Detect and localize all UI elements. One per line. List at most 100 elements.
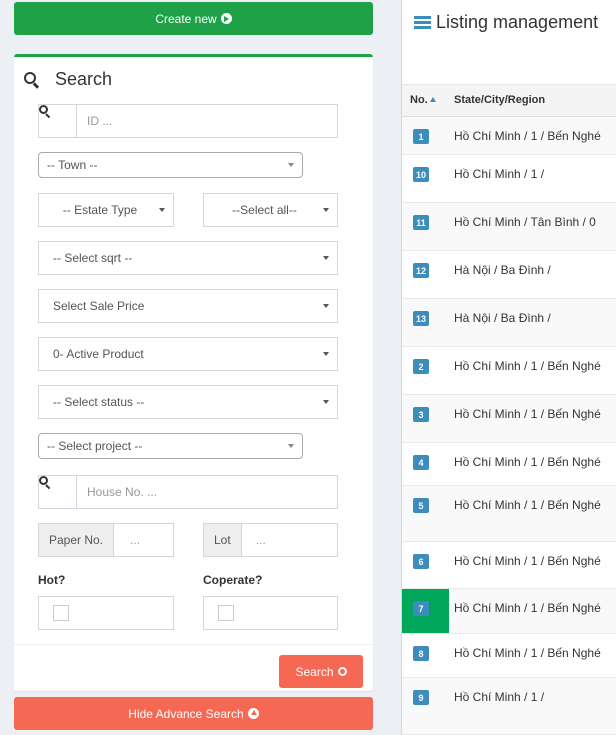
- table-row[interactable]: 10 Hồ Chí Minh / 1 /: [402, 155, 616, 203]
- row-number-cell: 4: [402, 443, 449, 485]
- panel-divider: [14, 644, 373, 645]
- row-number-badge: 4: [413, 455, 429, 470]
- row-number-cell: 10: [402, 155, 449, 202]
- row-number-cell: 7: [402, 589, 449, 633]
- column-no-label: No.: [410, 94, 428, 106]
- chevron-down-icon: [323, 304, 329, 308]
- lot-input[interactable]: ...: [242, 533, 266, 547]
- row-number-cell: 9: [402, 678, 449, 734]
- search-title: Search: [55, 69, 113, 89]
- row-number-cell: 1: [402, 117, 449, 154]
- table-row[interactable]: 6 Hồ Chí Minh / 1 / Bến Nghé: [402, 542, 616, 589]
- row-number-badge: 7: [413, 601, 429, 616]
- table-row[interactable]: 8 Hồ Chí Minh / 1 / Bến Nghé: [402, 634, 616, 678]
- table-row[interactable]: 9 Hồ Chí Minh / 1 /: [402, 678, 616, 735]
- paper-number-input[interactable]: ...: [114, 533, 140, 547]
- select-all-value: --Select all--: [232, 203, 297, 217]
- id-search-field[interactable]: ID ...: [38, 104, 338, 138]
- create-new-label: Create new: [155, 11, 217, 26]
- arrow-circle-up-icon: [247, 708, 259, 719]
- hot-label: Hot?: [38, 573, 66, 587]
- coperate-checkbox-field: [203, 596, 338, 630]
- search-icon: [24, 72, 40, 89]
- search-button-label: Search: [295, 664, 334, 679]
- column-no-header[interactable]: No.: [410, 94, 436, 106]
- row-number-badge: 2: [413, 359, 429, 374]
- chevron-down-icon: [159, 208, 165, 212]
- arrow-circle-right-icon: [220, 13, 232, 24]
- listing-title: Listing management: [436, 12, 599, 32]
- column-location-header[interactable]: State/City/Region: [454, 94, 545, 106]
- row-location: Hồ Chí Minh / 1 / Bến Nghé: [454, 554, 601, 568]
- row-number-cell: 6: [402, 542, 449, 588]
- status-value: -- Select status --: [53, 395, 145, 409]
- project-select[interactable]: -- Select project --: [38, 433, 303, 459]
- table-row[interactable]: 2 Hồ Chí Minh / 1 / Bến Nghé: [402, 347, 616, 395]
- table-row[interactable]: 3 Hồ Chí Minh / 1 / Bến Nghé: [402, 395, 616, 443]
- town-select[interactable]: -- Town --: [38, 152, 303, 178]
- sqrt-value: -- Select sqrt --: [53, 251, 133, 265]
- house-input-placeholder[interactable]: House No. ...: [77, 485, 157, 499]
- row-number-badge: 11: [413, 215, 429, 230]
- id-search-addon: [39, 105, 77, 137]
- chevron-down-icon: [323, 256, 329, 260]
- chevron-down-icon: [323, 208, 329, 212]
- select-all-select[interactable]: --Select all--: [203, 193, 338, 227]
- listing-header: Listing management: [414, 12, 598, 33]
- table-header: No. State/City/Region: [402, 84, 616, 117]
- row-number-cell: 12: [402, 251, 449, 298]
- row-number-cell: 13: [402, 299, 449, 346]
- house-number-field[interactable]: House No. ...: [38, 475, 338, 509]
- sqrt-select[interactable]: -- Select sqrt --: [38, 241, 338, 275]
- row-number-cell: 8: [402, 634, 449, 677]
- estate-type-value: -- Estate Type: [62, 203, 138, 217]
- table-row[interactable]: 5 Hồ Chí Minh / 1 / Bến Nghé: [402, 486, 616, 542]
- row-location: Hồ Chí Minh / 1 / Bến Nghé: [454, 407, 601, 421]
- hot-checkbox[interactable]: [53, 605, 69, 621]
- active-product-value: 0- Active Product: [53, 347, 144, 361]
- active-product-select[interactable]: 0- Active Product: [38, 337, 338, 371]
- chevron-down-icon: [323, 352, 329, 356]
- paper-number-field[interactable]: Paper No. ...: [38, 523, 174, 557]
- search-panel: Search ID ... -- Town -- -- Estate Type …: [14, 54, 373, 691]
- row-location: Hồ Chí Minh / 1 / Bến Nghé: [454, 646, 601, 660]
- row-number-badge: 8: [413, 646, 429, 661]
- town-select-value: -- Town --: [47, 158, 98, 172]
- id-input-placeholder[interactable]: ID ...: [77, 114, 112, 128]
- search-button[interactable]: Search: [279, 655, 363, 688]
- table-row[interactable]: 11 Hồ Chí Minh / Tân Bình / 0: [402, 203, 616, 251]
- lot-field[interactable]: Lot ...: [203, 523, 338, 557]
- project-value: -- Select project --: [47, 439, 143, 453]
- row-location: Hồ Chí Minh / 1 /: [454, 690, 545, 704]
- table-row[interactable]: 12 Hà Nội / Ba Đình /: [402, 251, 616, 299]
- row-number-badge: 10: [413, 167, 430, 182]
- row-location: Hồ Chí Minh / 1 /: [454, 167, 545, 181]
- listing-panel: Listing management No. State/City/Region…: [401, 0, 616, 735]
- row-number-badge: 5: [413, 498, 429, 513]
- row-location: Hà Nội / Ba Đình /: [454, 263, 551, 277]
- create-new-button[interactable]: Create new: [14, 2, 373, 35]
- hide-advance-search-label: Hide Advance Search: [128, 706, 244, 721]
- row-location: Hồ Chí Minh / 1 / Bến Nghé: [454, 601, 601, 615]
- row-number-cell: 3: [402, 395, 449, 442]
- sort-asc-icon: [429, 97, 436, 102]
- estate-type-select[interactable]: -- Estate Type: [38, 193, 174, 227]
- row-number-badge: 6: [413, 554, 429, 569]
- table-row[interactable]: 1 Hồ Chí Minh / 1 / Bến Nghé: [402, 117, 616, 155]
- row-number-badge: 13: [413, 311, 430, 326]
- row-number-cell: 11: [402, 203, 449, 250]
- sale-price-select[interactable]: Select Sale Price: [38, 289, 338, 323]
- table-row-highlighted[interactable]: 7 Hồ Chí Minh / 1 / Bến Nghé: [402, 589, 616, 634]
- coperate-checkbox[interactable]: [218, 605, 234, 621]
- chevron-down-icon: [323, 400, 329, 404]
- table-row[interactable]: 13 Hà Nội / Ba Đình /: [402, 299, 616, 347]
- hide-advance-search-button[interactable]: Hide Advance Search: [14, 697, 373, 730]
- table-row[interactable]: 4 Hồ Chí Minh / 1 / Bến Nghé: [402, 443, 616, 486]
- search-panel-header: Search: [24, 69, 112, 90]
- status-select[interactable]: -- Select status --: [38, 385, 338, 419]
- row-number-cell: 5: [402, 486, 449, 541]
- row-location: Hồ Chí Minh / 1 / Bến Nghé: [454, 498, 601, 512]
- row-number-badge: 9: [413, 690, 429, 705]
- lot-label: Lot: [204, 524, 242, 556]
- row-number-badge: 1: [413, 129, 429, 144]
